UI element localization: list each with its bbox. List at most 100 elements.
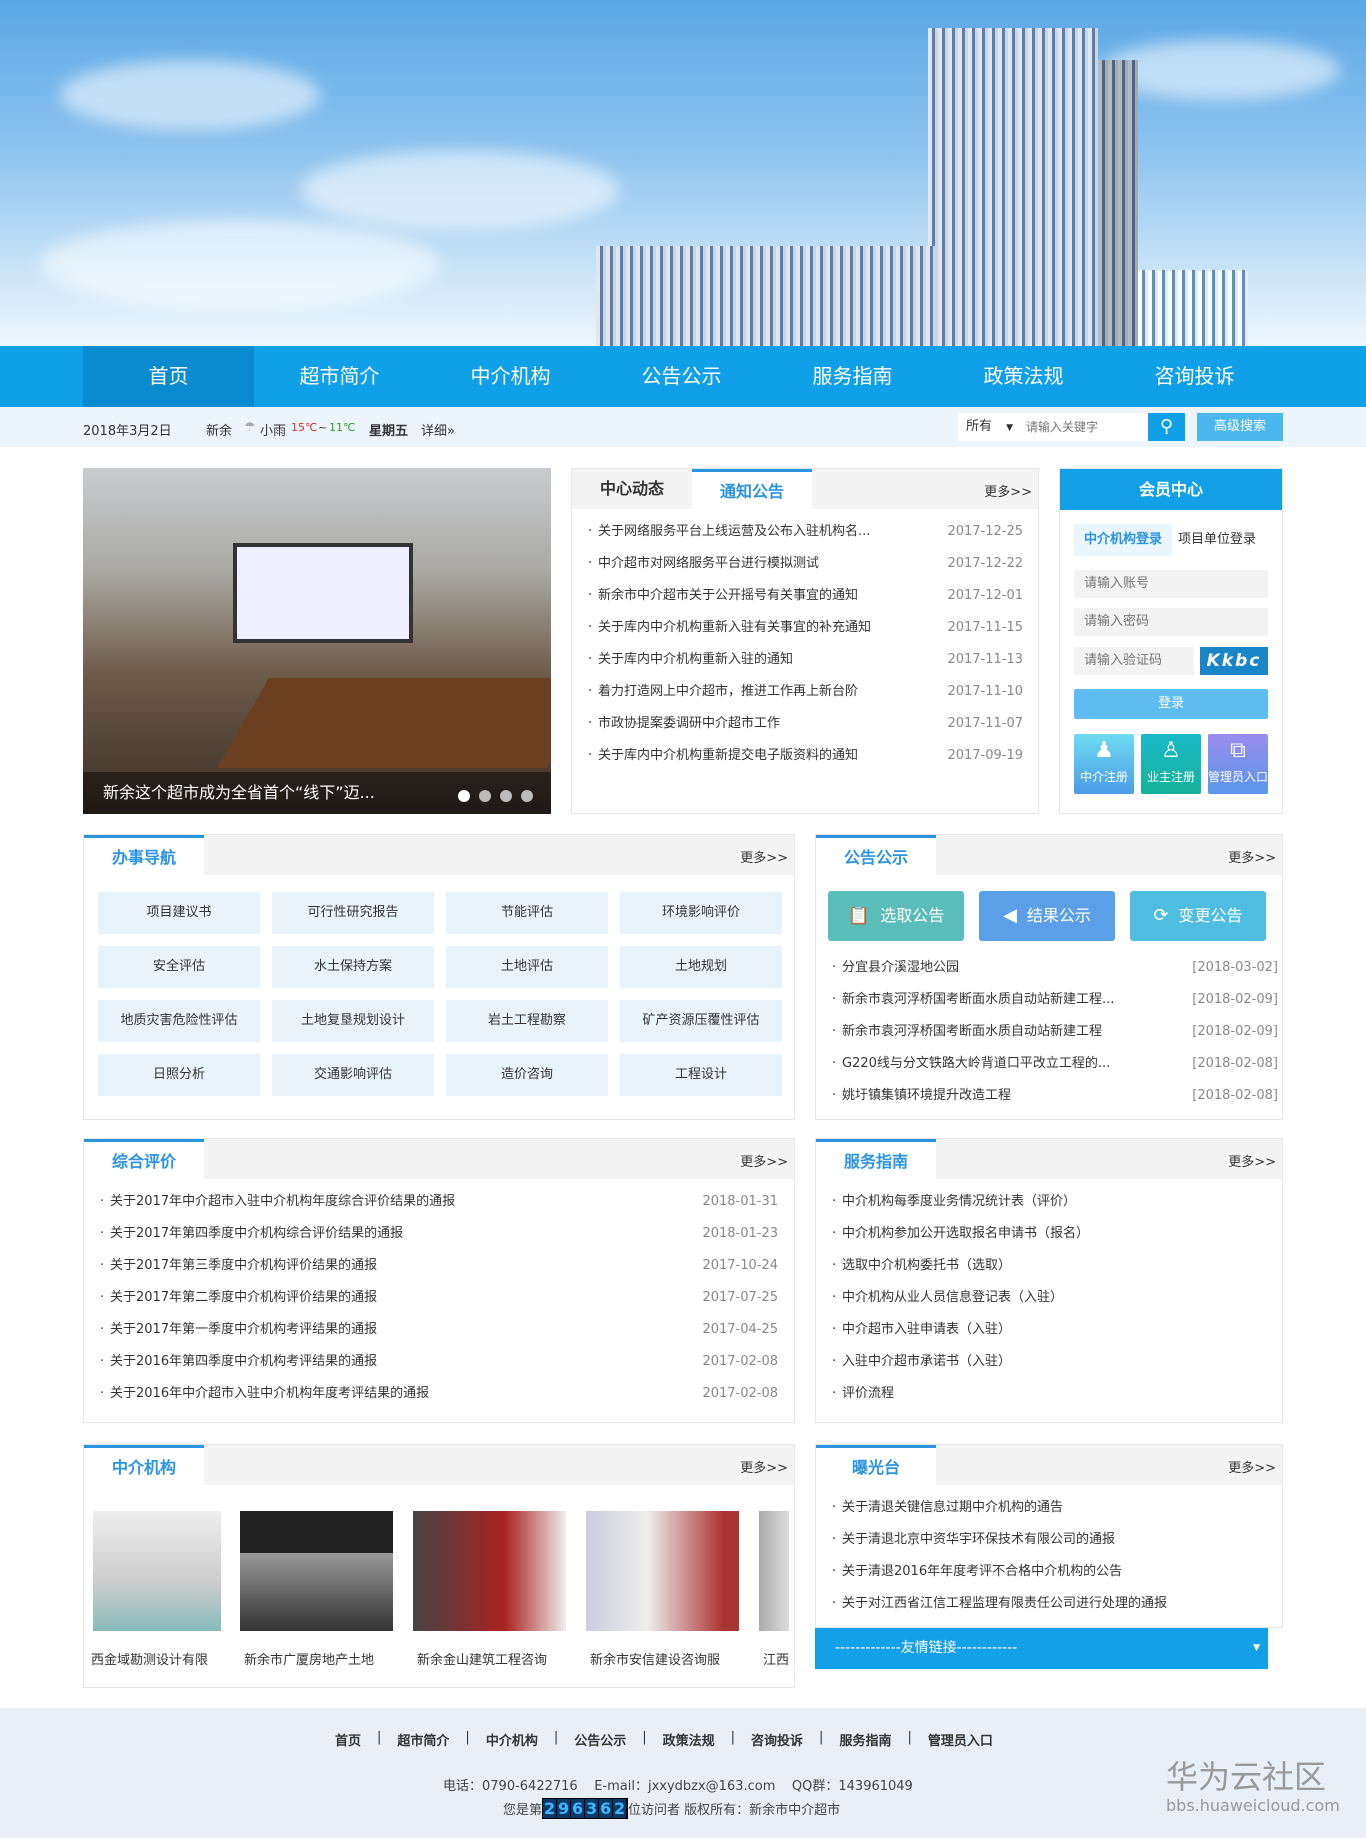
agency-name[interactable]: 新余金山建筑工程咨询 <box>417 1649 567 1668</box>
guide-item[interactable]: 岩土工程勘察 <box>446 1000 608 1042</box>
item-title[interactable]: 分宜县介溪湿地公园 <box>842 960 959 975</box>
notice-category-button[interactable]: 📋 选取公告 <box>828 891 964 941</box>
list-item[interactable]: 中介机构每季度业务情况统计表（评价） <box>828 1186 1266 1218</box>
item-title[interactable]: 关于2016年中介超市入驻中介机构年度考评结果的通报 <box>110 1386 429 1401</box>
guide-item[interactable]: 安全评估 <box>98 946 260 988</box>
nav-item[interactable]: 政策法规 <box>938 346 1109 407</box>
slider-dot[interactable] <box>500 790 512 802</box>
item-title[interactable]: 中介机构参加公开选取报名申请书（报名） <box>842 1226 1089 1241</box>
guide-item[interactable]: 土地复垦规划设计 <box>272 1000 434 1042</box>
nav-item[interactable]: 超市简介 <box>254 346 425 407</box>
list-item[interactable]: 关于网络服务平台上线运营及公布入驻机构名... 2017-12-25 <box>584 516 1023 548</box>
item-title[interactable]: 入驻中介超市承诺书（入驻） <box>842 1354 1011 1369</box>
footer-link[interactable]: 政策法规 <box>663 1730 715 1749</box>
guide-item[interactable]: 土地评估 <box>446 946 608 988</box>
list-item[interactable]: 关于库内中介机构重新入驻的通知 2017-11-13 <box>584 644 1023 676</box>
nav-item[interactable]: 咨询投诉 <box>1109 346 1280 407</box>
footer-link[interactable]: 服务指南 <box>839 1730 891 1749</box>
list-item[interactable]: 中介超市入驻申请表（入驻） <box>828 1314 1266 1346</box>
list-item[interactable]: 入驻中介超市承诺书（入驻） <box>828 1346 1266 1378</box>
item-title[interactable]: 中介机构从业人员信息登记表（入驻） <box>842 1290 1063 1305</box>
guide-item[interactable]: 节能评估 <box>446 892 608 934</box>
slider-dot[interactable] <box>479 790 491 802</box>
item-title[interactable]: G220线与分文铁路大岭背道口平改立工程的... <box>842 1056 1110 1071</box>
login-button[interactable]: 登录 <box>1074 689 1268 719</box>
item-title[interactable]: 中介超市入驻申请表（入驻） <box>842 1322 1011 1337</box>
list-item[interactable]: 新余市袁河浮桥国考断面水质自动站新建工程 [2018-02-09] <box>828 1016 1278 1048</box>
guide-item[interactable]: 环境影响评价 <box>620 892 782 934</box>
footer-link[interactable]: 超市简介 <box>397 1730 449 1749</box>
agency-photo[interactable] <box>413 1511 566 1631</box>
list-item[interactable]: 姚圩镇集镇环境提升改造工程 [2018-02-08] <box>828 1080 1278 1112</box>
register-button-1[interactable]: ♙ 业主注册 <box>1141 734 1201 794</box>
list-item[interactable]: G220线与分文铁路大岭背道口平改立工程的... [2018-02-08] <box>828 1048 1278 1080</box>
more-link[interactable]: 更多>> <box>740 1457 788 1476</box>
tab-notices[interactable]: 通知公告 <box>692 469 812 509</box>
more-link[interactable]: 更多>> <box>1228 1457 1276 1476</box>
list-item[interactable]: 新余市袁河浮桥国考断面水质自动站新建工程... [2018-02-09] <box>828 984 1278 1016</box>
agency-name[interactable]: 西金域勘测设计有限 <box>91 1649 241 1668</box>
guide-item[interactable]: 水土保持方案 <box>272 946 434 988</box>
item-title[interactable]: 新余市袁河浮桥国考断面水质自动站新建工程... <box>842 992 1114 1007</box>
list-item[interactable]: 关于2017年第二季度中介机构评价结果的通报 2017-07-25 <box>96 1282 778 1314</box>
item-title[interactable]: 关于2017年第一季度中介机构考评结果的通报 <box>110 1322 377 1337</box>
tab-center-news[interactable]: 中心动态 <box>572 469 692 509</box>
item-title[interactable]: 关于清退2016年年度考评不合格中介机构的公告 <box>842 1564 1122 1579</box>
agency-name[interactable]: 新余市广厦房地产土地 <box>244 1649 394 1668</box>
more-link[interactable]: 更多>> <box>740 1151 788 1170</box>
list-item[interactable]: 关于库内中介机构重新入驻有关事宜的补充通知 2017-11-15 <box>584 612 1023 644</box>
list-item[interactable]: 关于库内中介机构重新提交电子版资料的通知 2017-09-19 <box>584 740 1023 772</box>
list-item[interactable]: 中介机构参加公开选取报名申请书（报名） <box>828 1218 1266 1250</box>
list-item[interactable]: 着力打造网上中介超市，推进工作再上新台阶 2017-11-10 <box>584 676 1023 708</box>
agency-photo[interactable] <box>586 1511 739 1631</box>
item-title[interactable]: 市政协提案委调研中介超市工作 <box>598 716 780 731</box>
more-link[interactable]: 更多>> <box>740 847 788 866</box>
list-item[interactable]: 关于2017年第四季度中介机构综合评价结果的通报 2018-01-23 <box>96 1218 778 1250</box>
register-button-0[interactable]: ♟ 中介注册 <box>1074 734 1134 794</box>
guide-item[interactable]: 项目建议书 <box>98 892 260 934</box>
slider-dot[interactable] <box>458 790 470 802</box>
footer-link[interactable]: 首页 <box>335 1730 361 1749</box>
list-item[interactable]: 中介机构从业人员信息登记表（入驻） <box>828 1282 1266 1314</box>
item-title[interactable]: 评价流程 <box>842 1386 894 1401</box>
item-title[interactable]: 姚圩镇集镇环境提升改造工程 <box>842 1088 1011 1103</box>
list-item[interactable]: 关于对江西省江信工程监理有限责任公司进行处理的通报 <box>828 1588 1266 1620</box>
list-item[interactable]: 关于2017年中介超市入驻中介机构年度综合评价结果的通报 2018-01-31 <box>96 1186 778 1218</box>
item-title[interactable]: 关于2017年第二季度中介机构评价结果的通报 <box>110 1290 377 1305</box>
list-item[interactable]: 市政协提案委调研中介超市工作 2017-11-07 <box>584 708 1023 740</box>
nav-item[interactable]: 公告公示 <box>596 346 767 407</box>
news-slider[interactable]: 新余这个超市成为全省首个“线下”迈... <box>83 468 551 814</box>
item-title[interactable]: 新余市袁河浮桥国考断面水质自动站新建工程 <box>842 1024 1102 1039</box>
list-item[interactable]: 关于2016年第四季度中介机构考评结果的通报 2017-02-08 <box>96 1346 778 1378</box>
password-input[interactable] <box>1074 608 1268 636</box>
agency-name[interactable]: 江西 <box>763 1649 793 1668</box>
weather-detail-link[interactable]: 详细» <box>421 420 455 439</box>
item-title[interactable]: 关于2017年第四季度中介机构综合评价结果的通报 <box>110 1226 403 1241</box>
item-title[interactable]: 关于2017年第三季度中介机构评价结果的通报 <box>110 1258 377 1273</box>
item-title[interactable]: 中介超市对网络服务平台进行模拟测试 <box>598 556 819 571</box>
list-item[interactable]: 关于2016年中介超市入驻中介机构年度考评结果的通报 2017-02-08 <box>96 1378 778 1410</box>
captcha-input[interactable] <box>1074 647 1194 675</box>
nav-item[interactable]: 中介机构 <box>425 346 596 407</box>
guide-item[interactable]: 土地规划 <box>620 946 782 988</box>
footer-link[interactable]: 中介机构 <box>486 1730 538 1749</box>
tab-project-login[interactable]: 项目单位登录 <box>1178 524 1256 556</box>
captcha-image[interactable]: Kkbc <box>1200 647 1268 675</box>
list-item[interactable]: 关于清退关键信息过期中介机构的通告 <box>828 1492 1266 1524</box>
list-item[interactable]: 关于2017年第一季度中介机构考评结果的通报 2017-04-25 <box>96 1314 778 1346</box>
friend-links-select[interactable]: -------------友情链接------------ ▼ <box>815 1628 1268 1669</box>
advanced-search-button[interactable]: 高级搜索 <box>1197 413 1283 441</box>
guide-item[interactable]: 交通影响评估 <box>272 1054 434 1096</box>
item-title[interactable]: 关于库内中介机构重新入驻有关事宜的补充通知 <box>598 620 871 635</box>
list-item[interactable]: 新余市中介超市关于公开摇号有关事宜的通知 2017-12-01 <box>584 580 1023 612</box>
more-link[interactable]: 更多>> <box>1228 1151 1276 1170</box>
item-title[interactable]: 着力打造网上中介超市，推进工作再上新台阶 <box>598 684 858 699</box>
nav-item[interactable]: 服务指南 <box>767 346 938 407</box>
search-button[interactable]: ⚲ <box>1148 413 1185 441</box>
agency-photo[interactable] <box>240 1511 393 1631</box>
item-title[interactable]: 关于对江西省江信工程监理有限责任公司进行处理的通报 <box>842 1596 1167 1611</box>
agency-photo[interactable] <box>759 1511 789 1631</box>
notice-category-button[interactable]: ◀ 结果公示 <box>979 891 1115 941</box>
item-title[interactable]: 关于清退关键信息过期中介机构的通告 <box>842 1500 1063 1515</box>
list-item[interactable]: 分宜县介溪湿地公园 [2018-03-02] <box>828 952 1278 984</box>
